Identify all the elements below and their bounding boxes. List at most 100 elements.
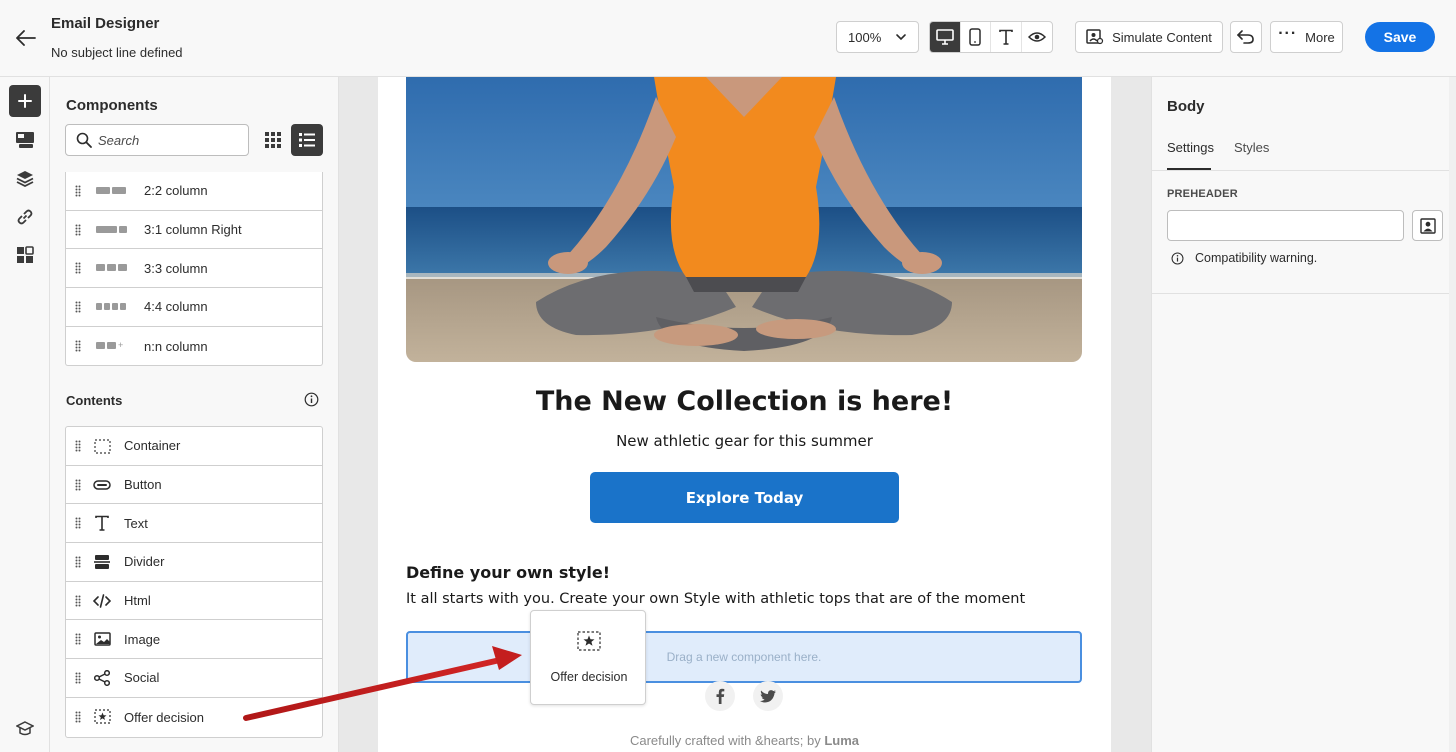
container-icon <box>93 437 111 455</box>
offer-decision-icon <box>93 708 111 726</box>
undo-button[interactable] <box>1230 21 1262 53</box>
links-button[interactable] <box>9 201 41 233</box>
preheader-label: PREHEADER <box>1167 188 1238 200</box>
list-item[interactable]: 3:1 column Right <box>66 211 322 250</box>
button-icon <box>93 476 111 494</box>
section-divider <box>1152 293 1456 294</box>
text-icon <box>93 514 111 532</box>
tabs-divider <box>1152 170 1456 171</box>
drag-handle-icon <box>75 340 81 352</box>
list-item[interactable]: 3:3 column <box>66 249 322 289</box>
drag-handle-icon <box>75 301 81 313</box>
more-button[interactable]: ··· More <box>1270 21 1343 53</box>
list-item-label: Container <box>124 438 181 454</box>
simulate-content-button[interactable]: Simulate Content <box>1075 21 1223 53</box>
fragments-button[interactable] <box>9 239 41 271</box>
list-item[interactable]: Divider <box>66 543 322 582</box>
add-components-button[interactable] <box>9 85 41 117</box>
structures-list: 2:2 column 3:1 column Right 3:3 column 4… <box>65 172 323 367</box>
list-item[interactable]: Text <box>66 504 322 544</box>
drag-handle-icon <box>75 440 81 452</box>
email-subhead[interactable]: New athletic gear for this summer <box>378 432 1111 450</box>
drag-handle-icon <box>75 517 81 529</box>
image-icon <box>93 630 111 648</box>
drag-card-label: Offer decision <box>550 670 628 684</box>
zoom-select[interactable]: 100% <box>836 21 919 53</box>
save-button[interactable]: Save <box>1365 22 1435 52</box>
column-4-4-icon <box>96 303 126 311</box>
list-item-label: Offer decision <box>124 709 204 725</box>
list-item-label: n:n column <box>144 338 208 354</box>
search-field[interactable] <box>65 124 249 156</box>
footer-brand: Luma <box>824 733 860 748</box>
list-item[interactable]: Container <box>66 427 322 466</box>
list-item-label: Divider <box>124 554 165 570</box>
warning-text: Compatibility warning. <box>1195 251 1318 265</box>
tab-styles[interactable]: Styles <box>1234 140 1269 155</box>
preheader-input[interactable] <box>1167 210 1404 241</box>
drag-handle-icon <box>75 479 81 491</box>
email-body: The New Collection is here! New athletic… <box>378 77 1111 752</box>
search-input[interactable] <box>98 132 238 148</box>
learn-icon <box>16 721 34 736</box>
personalization-button[interactable] <box>1412 210 1443 241</box>
assets-button[interactable] <box>9 124 41 156</box>
list-item[interactable]: Html <box>66 582 322 621</box>
scrollbar[interactable] <box>1449 77 1456 752</box>
desktop-icon <box>935 29 954 45</box>
properties-title: Body <box>1167 98 1205 115</box>
grid-icon <box>265 132 281 148</box>
email-footer: Carefully crafted with &hearts; by Luma <box>378 733 1111 748</box>
list-item[interactable]: + n:n column <box>66 327 322 366</box>
list-view-toggle[interactable] <box>291 124 323 156</box>
back-arrow-icon[interactable] <box>12 24 40 52</box>
list-item[interactable]: Offer decision <box>66 698 322 737</box>
page-title: Email Designer <box>51 15 160 32</box>
list-item-label: Social <box>124 670 160 686</box>
layers-button[interactable] <box>9 162 41 194</box>
grid-view-toggle[interactable] <box>258 125 288 155</box>
list-item[interactable]: 4:4 column <box>66 288 322 327</box>
mobile-view-button[interactable] <box>961 22 991 52</box>
compatibility-warning: Compatibility warning. <box>1171 251 1317 265</box>
facebook-icon[interactable] <box>705 681 735 711</box>
drag-handle-icon <box>75 633 81 645</box>
footer-prefix: Carefully crafted with &hearts; by <box>629 733 821 748</box>
contents-list: Container Button Text Divider Html Image <box>65 426 323 738</box>
section-body[interactable]: It all starts with you. Create your own … <box>406 591 1025 607</box>
fragments-icon <box>17 246 34 263</box>
list-item-label: 2:2 column <box>144 183 208 199</box>
preview-button[interactable] <box>1022 22 1053 52</box>
properties-panel: Body Settings Styles PREHEADER Compatibi… <box>1151 77 1456 752</box>
divider-icon <box>93 553 111 571</box>
share-icon <box>93 669 111 687</box>
section-title[interactable]: Define your own style! <box>406 563 610 582</box>
view-mode-group <box>929 21 1053 53</box>
explore-today-button[interactable]: Explore Today <box>590 472 899 523</box>
more-label: More <box>1305 29 1335 45</box>
twitter-icon[interactable] <box>753 681 783 711</box>
simulate-icon <box>1086 29 1104 45</box>
column-3-3-icon <box>96 264 127 272</box>
list-item-label: Html <box>124 593 151 609</box>
left-rail <box>0 77 50 752</box>
desktop-view-button[interactable] <box>930 22 961 52</box>
help-button[interactable] <box>9 713 41 745</box>
list-item[interactable]: Image <box>66 620 322 660</box>
column-2-2-icon <box>96 187 126 194</box>
tab-settings[interactable]: Settings <box>1167 140 1214 155</box>
list-item[interactable]: Button <box>66 466 322 505</box>
panel-title: Components <box>66 97 158 114</box>
drag-handle-icon <box>75 185 81 197</box>
offer-decision-icon <box>577 631 601 651</box>
link-icon <box>17 209 33 225</box>
dragged-offer-decision-card[interactable]: Offer decision <box>530 610 646 705</box>
info-icon[interactable] <box>304 392 319 407</box>
list-item[interactable]: 2:2 column <box>66 172 322 211</box>
drop-zone[interactable]: Drag a new component here. <box>406 631 1082 683</box>
zoom-value: 100% <box>848 29 882 45</box>
list-item[interactable]: Social <box>66 659 322 698</box>
hero-image[interactable] <box>406 77 1082 362</box>
email-headline[interactable]: The New Collection is here! <box>378 386 1111 417</box>
text-view-button[interactable] <box>991 22 1022 52</box>
